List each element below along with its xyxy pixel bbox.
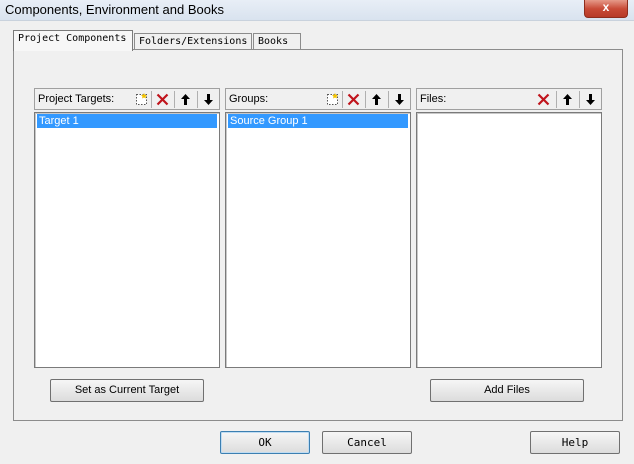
new-item-icon xyxy=(326,93,338,105)
delete-group-button[interactable] xyxy=(342,91,363,108)
delete-icon xyxy=(537,93,549,106)
cancel-button[interactable]: Cancel xyxy=(322,431,412,454)
tab-folders-extensions[interactable]: Folders/Extensions xyxy=(134,33,252,50)
files-panel: Files: xyxy=(416,88,602,368)
files-list[interactable] xyxy=(416,112,602,368)
files-label: Files: xyxy=(420,93,447,105)
delete-icon xyxy=(347,93,359,106)
set-as-current-target-button[interactable]: Set as Current Target xyxy=(50,379,204,402)
groups-label: Groups: xyxy=(229,93,269,105)
close-icon: x xyxy=(602,0,610,14)
move-up-icon xyxy=(371,94,381,105)
move-target-down-button[interactable] xyxy=(197,91,218,108)
move-up-icon xyxy=(180,94,190,105)
project-components-panel: Project Targets: Target 1 Groups: Source… xyxy=(13,49,623,421)
move-group-up-button[interactable] xyxy=(365,91,386,108)
add-files-button[interactable]: Add Files xyxy=(430,379,584,402)
tab-project-components[interactable]: Project Components xyxy=(13,30,133,51)
move-down-icon xyxy=(394,94,404,105)
move-target-up-button[interactable] xyxy=(174,91,195,108)
delete-icon xyxy=(156,93,168,106)
delete-target-button[interactable] xyxy=(151,91,172,108)
project-targets-label: Project Targets: xyxy=(38,93,115,105)
delete-file-button[interactable] xyxy=(533,91,553,108)
new-target-button[interactable] xyxy=(131,91,151,108)
tab-label: Books xyxy=(258,36,289,47)
move-up-icon xyxy=(562,94,572,105)
project-targets-list[interactable]: Target 1 xyxy=(34,112,220,368)
groups-panel: Groups: Source Group 1 xyxy=(225,88,411,368)
tab-label: Project Components xyxy=(18,33,127,44)
move-file-up-button[interactable] xyxy=(556,91,577,108)
list-item[interactable]: Target 1 xyxy=(37,114,217,128)
new-item-icon xyxy=(135,93,147,105)
tab-label: Folders/Extensions xyxy=(139,36,248,47)
title-bar[interactable]: Components, Environment and Books x xyxy=(0,0,634,21)
tab-books[interactable]: Books xyxy=(253,33,301,50)
groups-header: Groups: xyxy=(225,88,411,110)
move-down-icon xyxy=(585,94,595,105)
new-group-button[interactable] xyxy=(322,91,342,108)
move-file-down-button[interactable] xyxy=(579,91,600,108)
project-targets-header: Project Targets: xyxy=(34,88,220,110)
project-targets-panel: Project Targets: Target 1 xyxy=(34,88,220,368)
groups-list[interactable]: Source Group 1 xyxy=(225,112,411,368)
move-group-down-button[interactable] xyxy=(388,91,409,108)
window-title: Components, Environment and Books xyxy=(5,2,224,17)
help-button[interactable]: Help xyxy=(530,431,620,454)
move-down-icon xyxy=(203,94,213,105)
close-button[interactable]: x xyxy=(584,0,628,18)
ok-button[interactable]: OK xyxy=(220,431,310,454)
list-item[interactable]: Source Group 1 xyxy=(228,114,408,128)
files-header: Files: xyxy=(416,88,602,110)
